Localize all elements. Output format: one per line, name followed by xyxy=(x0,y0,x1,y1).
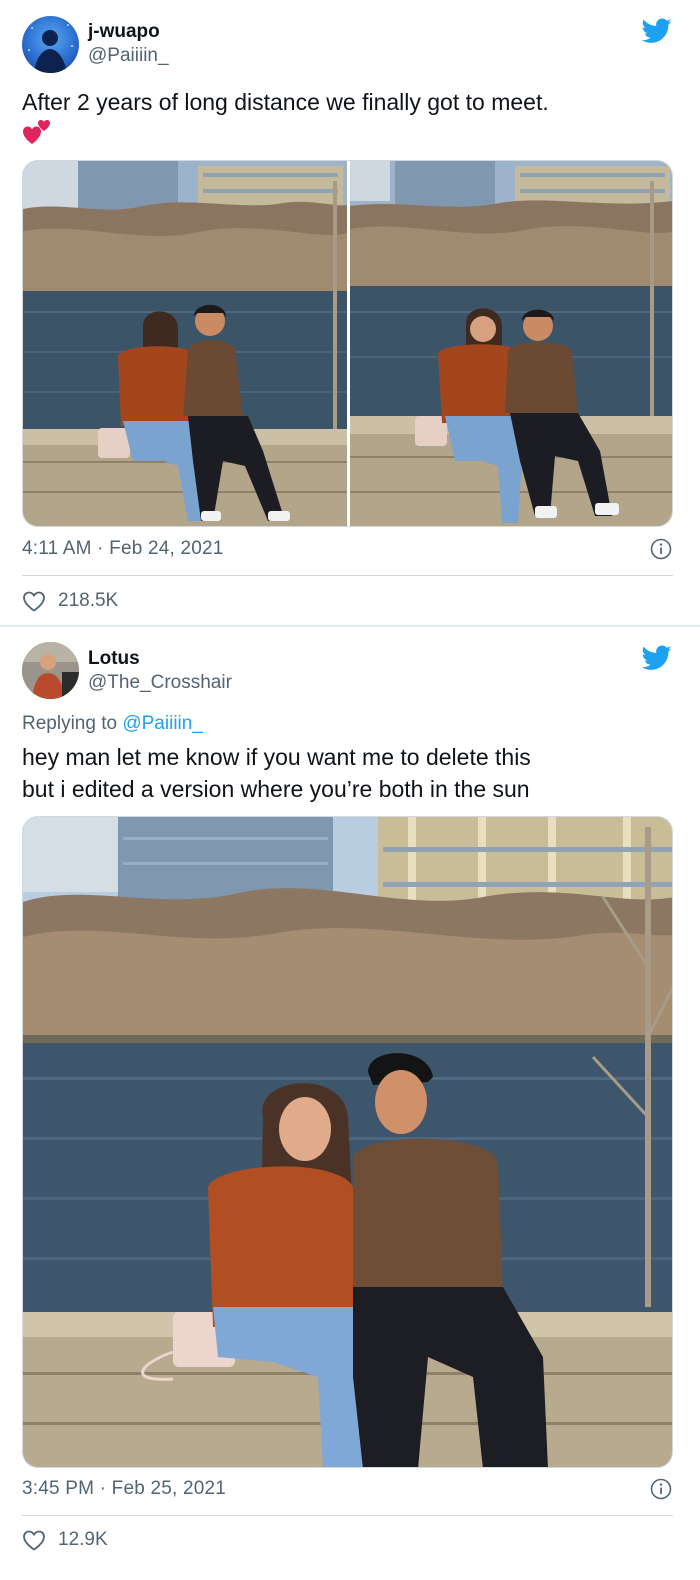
hearts-emoji-icon xyxy=(23,120,50,144)
divider xyxy=(22,575,673,576)
heart-icon xyxy=(22,590,46,612)
tweet-text-line: but i edited a version where you’re both… xyxy=(22,776,530,802)
info-icon[interactable] xyxy=(650,538,672,560)
tweet-timestamp[interactable]: 4:11 AM · Feb 24, 2021 xyxy=(22,538,224,560)
divider xyxy=(22,1515,673,1516)
tweet-timestamp[interactable]: 3:45 PM · Feb 25, 2021 xyxy=(22,1478,226,1500)
author-handle[interactable]: @Paiiiin_ xyxy=(88,45,169,67)
tweet-text: After 2 years of long distance we finall… xyxy=(22,86,672,118)
author-handle[interactable]: @The_Crosshair xyxy=(88,672,232,694)
replying-to: Replying to @Paiiiin_ xyxy=(22,713,203,735)
photo-grid[interactable] xyxy=(22,160,673,527)
replying-to-label: Replying to xyxy=(22,713,118,734)
tweet-text-line: hey man let me know if you want me to de… xyxy=(22,744,531,770)
photo-sunlit-couple[interactable] xyxy=(23,817,673,1468)
avatar-photo xyxy=(22,642,79,699)
twitter-bird-icon[interactable] xyxy=(642,645,672,671)
avatar[interactable] xyxy=(22,16,79,73)
photo-right[interactable] xyxy=(350,161,673,527)
avatar[interactable] xyxy=(22,642,79,699)
twitter-bird-icon[interactable] xyxy=(642,18,672,44)
like-button[interactable]: 12.9K xyxy=(22,1529,108,1551)
info-icon[interactable] xyxy=(650,1478,672,1500)
original-tweet: j-wuapo @Paiiiin_ After 2 years of long … xyxy=(0,0,700,626)
avatar-silhouette-icon xyxy=(28,24,73,73)
like-count: 218.5K xyxy=(58,590,119,611)
replying-to-mention[interactable]: @Paiiiin_ xyxy=(122,713,203,734)
tweet-text-body: After 2 years of long distance we finall… xyxy=(22,89,549,115)
like-button[interactable]: 218.5K xyxy=(22,590,118,612)
author-name[interactable]: j-wuapo xyxy=(88,21,160,43)
reply-tweet: Lotus @The_Crosshair Replying to @Paiiii… xyxy=(0,627,700,1580)
author-name[interactable]: Lotus xyxy=(88,648,140,670)
tweet-text: hey man let me know if you want me to de… xyxy=(22,741,672,805)
photo-left[interactable] xyxy=(23,161,347,527)
edited-photo[interactable] xyxy=(22,816,673,1468)
like-count: 12.9K xyxy=(58,1529,108,1550)
heart-icon xyxy=(22,1529,46,1551)
